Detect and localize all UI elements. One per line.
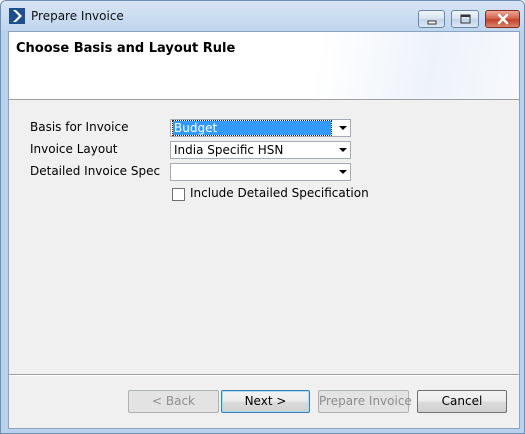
layout-select[interactable]: India Specific HSN <box>170 141 351 159</box>
title-bar[interactable]: Prepare Invoice <box>1 1 524 31</box>
detailed-spec-value <box>173 165 174 179</box>
maximize-button[interactable] <box>451 10 479 28</box>
minimize-button[interactable] <box>418 10 445 28</box>
layout-value: India Specific HSN <box>174 143 284 157</box>
detailed-spec-label: Detailed Invoice Specifi... <box>30 164 160 178</box>
detailed-spec-select[interactable] <box>170 163 351 181</box>
maximize-icon <box>460 14 471 24</box>
chevron-down-icon <box>339 170 347 174</box>
wizard-header: Choose Basis and Layout Rule <box>9 32 519 100</box>
close-button[interactable] <box>485 10 520 28</box>
include-detailed-label[interactable]: Include Detailed Specification <box>190 186 369 200</box>
next-button[interactable]: Next > <box>221 390 310 413</box>
dialog-body: Choose Basis and Layout Rule Basis for I… <box>8 31 520 429</box>
window-title: Prepare Invoice <box>31 9 124 23</box>
app-chevron-icon <box>9 8 25 24</box>
basis-select[interactable]: Budget <box>170 119 351 137</box>
page-title: Choose Basis and Layout Rule <box>16 41 236 56</box>
close-icon <box>497 13 509 25</box>
back-button[interactable]: < Back <box>128 390 219 413</box>
dialog-window: Prepare Invoice Choose Basis and Layout … <box>0 0 525 434</box>
chevron-down-icon <box>339 148 347 152</box>
include-detailed-checkbox[interactable] <box>172 188 185 201</box>
layout-label: Invoice Layout <box>30 142 118 156</box>
basis-value: Budget <box>172 120 332 136</box>
cancel-button[interactable]: Cancel <box>417 390 507 413</box>
prepare-invoice-button[interactable]: Prepare Invoice <box>318 390 412 413</box>
basis-label: Basis for Invoice <box>30 120 129 134</box>
chevron-down-icon <box>339 126 347 130</box>
minimize-icon <box>427 20 437 25</box>
footer-divider <box>9 374 519 376</box>
